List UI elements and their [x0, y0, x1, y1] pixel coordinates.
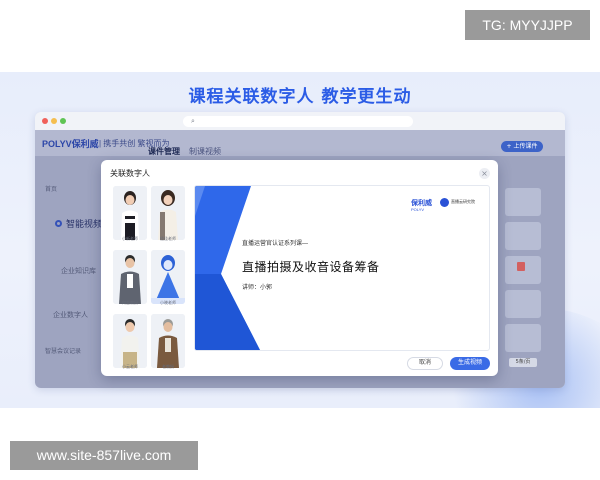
- teacher-avatar-1: [113, 186, 147, 240]
- avatar-card-4[interactable]: [151, 250, 185, 304]
- avatar-label-2: 佳佳老师: [160, 236, 176, 241]
- teacher-avatar-5: [113, 314, 147, 368]
- avatar-label-3: 何金教授: [122, 300, 138, 305]
- sidebar-item-knowledge[interactable]: 企业知识库: [61, 266, 96, 276]
- avatar-label-4: 小晓老师: [160, 300, 176, 305]
- link-digital-human-dialog: 关联数字人 × 小新老师 佳佳老师 何金教授 小晓老师 小云老师 老教授 保利威…: [101, 160, 498, 376]
- avatar-label-5: 小云老师: [122, 364, 138, 369]
- teacher-avatar-4: [151, 250, 185, 304]
- teacher-avatar-6: [151, 314, 185, 368]
- avatar-label-6: 老教授: [162, 364, 174, 369]
- banner-headline: 课程关联数字人 教学更生动: [188, 87, 412, 107]
- teacher-avatar-3: [113, 250, 147, 304]
- tab-courseware[interactable]: 课件管理: [148, 146, 180, 157]
- app-header: POLYV保利威 | 携手共创 繁视而为 课件管理 制课视频 + 上传课件: [35, 130, 565, 156]
- generate-video-button[interactable]: 生成视频: [450, 357, 490, 370]
- preview-title: 直播拍摄及收音设备筹备: [242, 260, 380, 274]
- avatar-card-1[interactable]: [113, 186, 147, 240]
- avatar-card-2[interactable]: [151, 186, 185, 240]
- smart-video-icon: [55, 220, 62, 227]
- trash-icon[interactable]: [517, 262, 525, 271]
- close-icon[interactable]: ×: [479, 168, 490, 179]
- minimize-window-dot[interactable]: [51, 118, 57, 124]
- avatar-card-6[interactable]: [151, 314, 185, 368]
- avatar-card-5[interactable]: [113, 314, 147, 368]
- avatar-card-3[interactable]: [113, 250, 147, 304]
- page-size-select[interactable]: 5条/页: [509, 358, 537, 367]
- preview-series: 直播运营官认证系列课—: [242, 241, 309, 247]
- preview-brand-sub: POLYV: [411, 207, 425, 212]
- page: TG: MYYJJPP 课程关联数字人 教学更生动 ⌕ POLYV保利威 | 携…: [0, 0, 600, 480]
- list-item[interactable]: [505, 222, 541, 250]
- tab-course-video[interactable]: 制课视频: [189, 146, 221, 157]
- tg-watermark: TG: MYYJJPP: [465, 10, 590, 40]
- avatar-label-1: 小新老师: [122, 236, 138, 241]
- sidebar-item-digital-human[interactable]: 企业数字人: [53, 310, 88, 320]
- dialog-title: 关联数字人: [110, 169, 150, 178]
- list-item[interactable]: [505, 188, 541, 216]
- polyv-logo: POLYV保利威: [42, 139, 99, 149]
- cancel-button[interactable]: 取消: [407, 357, 443, 370]
- upload-courseware-button[interactable]: + 上传课件: [501, 141, 543, 152]
- list-item[interactable]: [505, 324, 541, 352]
- browser-titlebar: ⌕: [35, 112, 565, 130]
- maximize-window-dot[interactable]: [60, 118, 66, 124]
- preview-lecturer: 讲师：小郭: [242, 285, 273, 291]
- search-icon: ⌕: [191, 117, 195, 125]
- institute-logo-icon: [440, 198, 449, 207]
- sidebar-item-record[interactable]: 智慧会议记录: [45, 346, 81, 355]
- sidebar-item-smart-video[interactable]: 智能视频: [66, 217, 102, 230]
- preview-institute: 直播云研究院: [451, 199, 475, 204]
- address-bar[interactable]: ⌕: [183, 116, 413, 127]
- sidebar-item-home[interactable]: 首页: [45, 184, 57, 193]
- list-item[interactable]: [505, 290, 541, 318]
- teacher-avatar-2: [151, 186, 185, 240]
- site-watermark: www.site-857live.com: [10, 441, 198, 470]
- course-preview: 保利威 POLYV 直播云研究院 直播运营官认证系列课— 直播拍摄及收音设备筹备…: [194, 185, 490, 351]
- close-window-dot[interactable]: [42, 118, 48, 124]
